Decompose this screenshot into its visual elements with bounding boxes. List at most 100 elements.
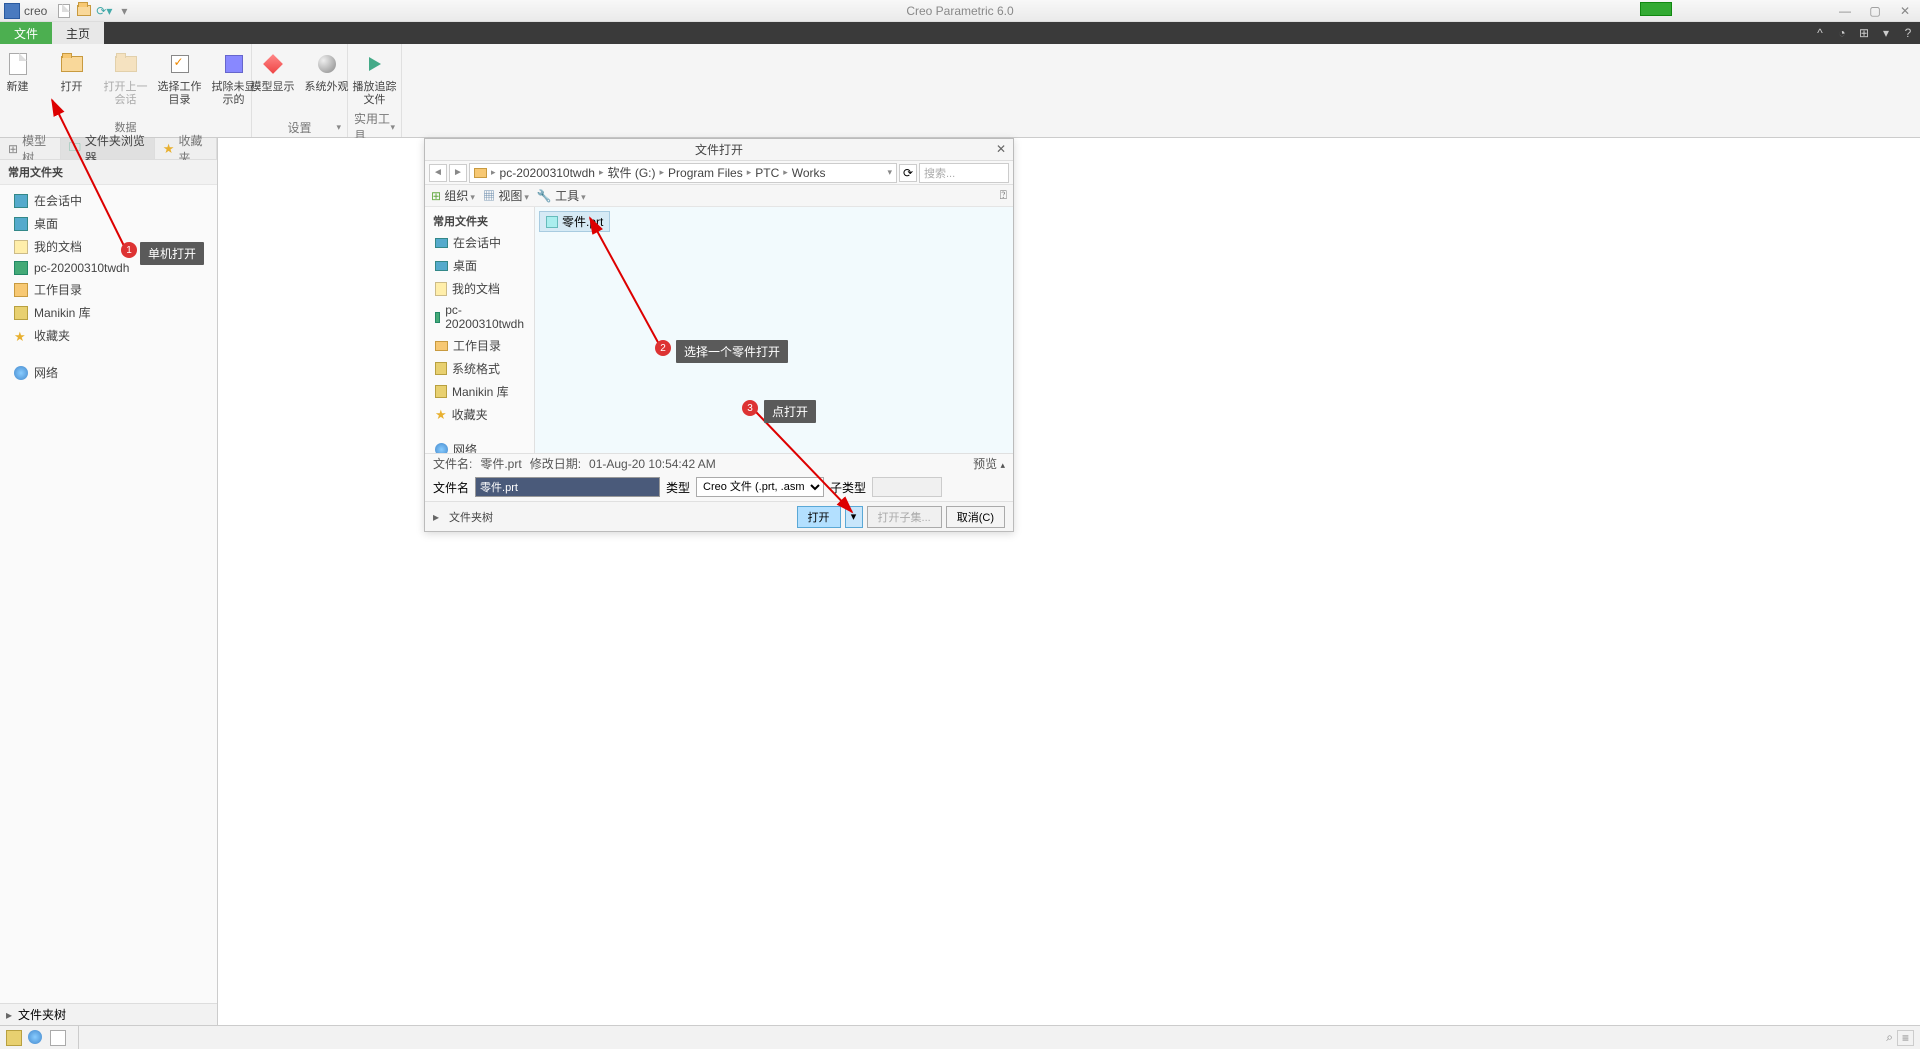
ribbon: 新建 打开 打开上一会话 选择工作目录 拭除未显示的 数据 模型显示 系统外观 … bbox=[0, 44, 1920, 138]
callout-num-2: 2 bbox=[655, 340, 671, 356]
nav-title: 常用文件夹 bbox=[425, 211, 534, 231]
open-subset-button[interactable]: 打开子集... bbox=[867, 506, 942, 528]
breadcrumb-dropdown-icon[interactable]: ▾ bbox=[887, 167, 892, 178]
tree-item-favorites[interactable]: ★收藏夹 bbox=[0, 324, 217, 347]
ribbon-settings-icon[interactable]: ⊞ bbox=[1856, 26, 1872, 40]
callout-3: 点打开 bbox=[764, 400, 816, 423]
status-icon-1[interactable] bbox=[6, 1030, 22, 1046]
window-title: Creo Parametric 6.0 bbox=[906, 4, 1013, 18]
nav-item-workdir[interactable]: 工作目录 bbox=[425, 334, 534, 357]
nav-item-documents[interactable]: 我的文档 bbox=[425, 277, 534, 300]
chevron-right-icon: ▸ bbox=[6, 1008, 12, 1022]
views-menu[interactable]: ▦ 视图▾ bbox=[483, 187, 529, 204]
search-input[interactable]: 搜索... bbox=[919, 163, 1009, 183]
qat-dropdown-icon[interactable]: ▾ bbox=[115, 3, 133, 19]
nav-back-button[interactable]: ◄ bbox=[429, 164, 447, 182]
subtype-select[interactable] bbox=[872, 477, 942, 497]
play-trace-button[interactable]: 播放追踪文件 bbox=[351, 48, 399, 119]
tree-item-desktop[interactable]: 桌面 bbox=[0, 212, 217, 235]
qat-refresh-icon[interactable]: ⟳▾ bbox=[95, 3, 113, 19]
ribbon-tab-home[interactable]: 主页 bbox=[52, 22, 104, 44]
quick-access-toolbar: ⟳▾ ▾ bbox=[55, 3, 133, 19]
new-button[interactable]: 新建 bbox=[0, 48, 42, 119]
settings-dropdown-icon[interactable]: ▾ bbox=[336, 122, 341, 133]
ribbon-help-icon[interactable]: ? bbox=[1900, 26, 1916, 40]
tree-item-session[interactable]: 在会话中 bbox=[0, 189, 217, 212]
status-find-icon[interactable]: ⌕ bbox=[1886, 1030, 1893, 1045]
app-name: creo bbox=[24, 4, 47, 18]
filetype-select[interactable]: Creo 文件 (.prt, .asm, bbox=[696, 477, 824, 497]
breadcrumb-path[interactable]: ▸ pc-20200310twdh▸ 软件 (G:)▸ Program File… bbox=[469, 163, 897, 183]
dialog-close-button[interactable]: ✕ bbox=[993, 141, 1009, 157]
dialog-title: 文件打开 bbox=[695, 141, 743, 158]
maximize-button[interactable]: ▢ bbox=[1860, 0, 1890, 22]
file-item-part[interactable]: 零件.prt bbox=[539, 211, 610, 232]
status-badge bbox=[1640, 2, 1672, 16]
ribbon-user-icon[interactable]: ◔ bbox=[1834, 26, 1850, 40]
folder-tree-collapsed[interactable]: ▸文件夹树 bbox=[0, 1003, 217, 1025]
dialog-breadcrumb-bar: ◄ ► ▸ pc-20200310twdh▸ 软件 (G:)▸ Program … bbox=[425, 161, 1013, 185]
dialog-footer: ▸ 文件夹树 打开 ▾ 打开子集... 取消(C) bbox=[425, 501, 1013, 531]
app-logo bbox=[4, 3, 20, 19]
tools-menu[interactable]: 🔧 工具▾ bbox=[537, 187, 586, 204]
util-dropdown-icon[interactable]: ▾ bbox=[390, 122, 395, 133]
panel-tab-favorites[interactable]: ★收藏夹 bbox=[155, 138, 217, 159]
left-panel: ⊞模型树 🗀文件夹浏览器 ★收藏夹 常用文件夹 在会话中 桌面 我的文档 pc-… bbox=[0, 138, 218, 1025]
title-bar: creo ⟳▾ ▾ Creo Parametric 6.0 — ▢ ✕ bbox=[0, 0, 1920, 22]
status-icon-2[interactable] bbox=[28, 1030, 44, 1046]
nav-item-desktop[interactable]: 桌面 bbox=[425, 254, 534, 277]
organize-menu[interactable]: ⊞ 组织▾ bbox=[431, 187, 475, 204]
group-label-settings: 设置 bbox=[287, 119, 311, 136]
minimize-button[interactable]: — bbox=[1830, 0, 1860, 22]
nav-item-sysfmt[interactable]: 系统格式 bbox=[425, 357, 534, 380]
cancel-button[interactable]: 取消(C) bbox=[946, 506, 1005, 528]
status-bar: ⌕ ≡ bbox=[0, 1025, 1920, 1049]
folder-tree-toggle[interactable]: 文件夹树 bbox=[449, 509, 493, 525]
ribbon-dropdown-icon[interactable]: ▾ bbox=[1878, 26, 1894, 40]
file-open-dialog: 文件打开 ✕ ◄ ► ▸ pc-20200310twdh▸ 软件 (G:)▸ P… bbox=[424, 138, 1014, 532]
dialog-filename-row: 文件名 类型 Creo 文件 (.prt, .asm, 子类型 bbox=[425, 473, 1013, 501]
nav-item-pc[interactable]: pc-20200310twdh bbox=[425, 300, 534, 334]
status-icon-3[interactable] bbox=[50, 1030, 66, 1046]
close-button[interactable]: ✕ bbox=[1890, 0, 1920, 22]
preview-toggle[interactable]: 预览 ▴ bbox=[973, 455, 1005, 472]
panel-tabs: ⊞模型树 🗀文件夹浏览器 ★收藏夹 bbox=[0, 138, 217, 160]
system-appearance-button[interactable]: 系统外观 bbox=[303, 48, 351, 119]
nav-forward-button[interactable]: ► bbox=[449, 164, 467, 182]
part-icon bbox=[546, 216, 558, 228]
select-workdir-button[interactable]: 选择工作目录 bbox=[156, 48, 204, 119]
nav-item-favorites[interactable]: ★收藏夹 bbox=[425, 403, 534, 426]
open-previous-button[interactable]: 打开上一会话 bbox=[102, 48, 150, 119]
chevron-right-icon[interactable]: ▸ bbox=[433, 510, 439, 524]
refresh-button[interactable]: ⟳ bbox=[899, 164, 917, 182]
callout-2: 选择一个零件打开 bbox=[676, 340, 788, 363]
model-display-button[interactable]: 模型显示 bbox=[249, 48, 297, 119]
folder-tree: 在会话中 桌面 我的文档 pc-20200310twdh 工作目录 Maniki… bbox=[0, 185, 217, 388]
dialog-help-icon[interactable]: ⍰ bbox=[1000, 188, 1007, 203]
tree-item-network[interactable]: 网络 bbox=[0, 361, 217, 384]
callout-1: 单机打开 bbox=[140, 242, 204, 265]
qat-new-icon[interactable] bbox=[55, 3, 73, 19]
callout-num-3: 3 bbox=[742, 400, 758, 416]
ribbon-tab-strip: 文件 主页 ^ ◔ ⊞ ▾ ? bbox=[0, 22, 1920, 44]
nav-item-session[interactable]: 在会话中 bbox=[425, 231, 534, 254]
status-menu-icon[interactable]: ≡ bbox=[1897, 1030, 1914, 1046]
dialog-title-bar: 文件打开 ✕ bbox=[425, 139, 1013, 161]
dialog-nav-panel: 常用文件夹 在会话中 桌面 我的文档 pc-20200310twdh 工作目录 … bbox=[425, 207, 535, 453]
panel-tab-model-tree[interactable]: ⊞模型树 bbox=[0, 138, 61, 159]
tree-item-manikin[interactable]: Manikin 库 bbox=[0, 301, 217, 324]
panel-tab-folder-browser[interactable]: 🗀文件夹浏览器 bbox=[61, 138, 155, 159]
open-button[interactable]: 打开 bbox=[48, 48, 96, 119]
qat-open-icon[interactable] bbox=[75, 3, 93, 19]
window-controls: — ▢ ✕ bbox=[1830, 0, 1920, 22]
ribbon-collapse-icon[interactable]: ^ bbox=[1812, 26, 1828, 40]
nav-item-manikin[interactable]: Manikin 库 bbox=[425, 380, 534, 403]
open-button[interactable]: 打开 bbox=[797, 506, 841, 528]
open-dropdown-button[interactable]: ▾ bbox=[845, 506, 863, 528]
callout-num-1: 1 bbox=[121, 242, 137, 258]
dialog-toolbar: ⊞ 组织▾ ▦ 视图▾ 🔧 工具▾ ⍰ bbox=[425, 185, 1013, 207]
tree-item-workdir[interactable]: 工作目录 bbox=[0, 278, 217, 301]
panel-section-title: 常用文件夹 bbox=[0, 160, 217, 185]
ribbon-tab-file[interactable]: 文件 bbox=[0, 22, 52, 44]
filename-input[interactable] bbox=[475, 477, 660, 497]
